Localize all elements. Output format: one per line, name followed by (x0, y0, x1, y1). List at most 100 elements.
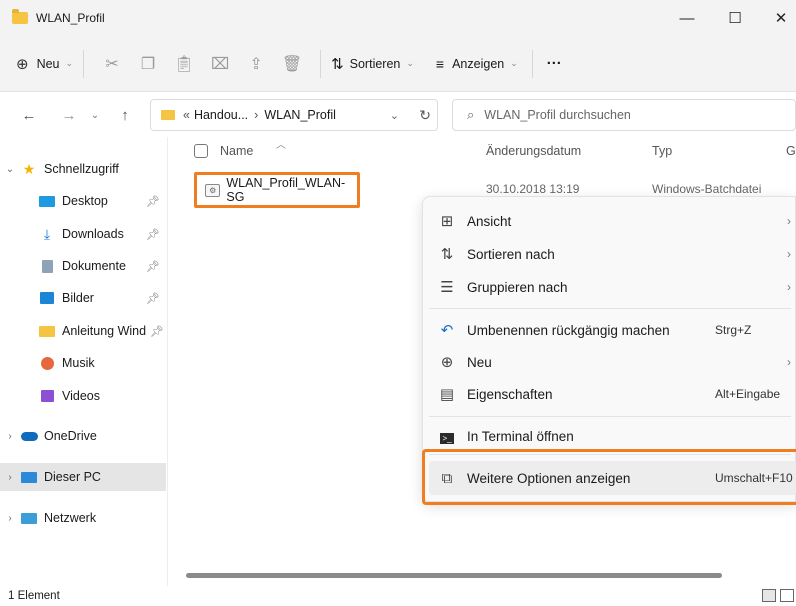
back-arrow-icon[interactable]: ← (16, 107, 42, 124)
shortcut-label: Alt+Eingabe (715, 387, 781, 401)
column-header-size[interactable]: G (786, 144, 796, 158)
sidebar-item-label: Schnellzugriff (44, 162, 119, 176)
file-item[interactable]: ⚙ WLAN_Profil_WLAN-SG (194, 172, 360, 208)
menu-item-properties[interactable]: ▤ Eigenschaften Alt+Eingabe (423, 377, 796, 411)
file-name: WLAN_Profil_WLAN-SG (226, 176, 346, 204)
sort-icon: ⇅ (331, 55, 344, 73)
sidebar-item-label: Netzwerk (44, 511, 97, 525)
cloud-icon (20, 429, 38, 443)
menu-item-label: Ansicht (467, 213, 512, 229)
sidebar-item-label: Downloads (62, 227, 124, 241)
divider (531, 49, 533, 78)
maximize-button[interactable]: ☐ (712, 0, 758, 36)
sidebar-item-network[interactable]: › Netzwerk (0, 504, 166, 532)
close-button[interactable]: ✕ (758, 0, 796, 36)
delete-icon[interactable]: 🗑︎ (274, 54, 310, 74)
item-count: 1 Element (8, 590, 60, 602)
pin-icon[interactable]: 📌︎ (150, 325, 164, 338)
pin-icon[interactable]: 📌︎ (146, 195, 160, 208)
breadcrumb-current[interactable]: WLAN_Profil (264, 108, 336, 122)
sidebar-item-anleitung[interactable]: Anleitung Wind 📌︎ (0, 317, 166, 345)
paste-icon[interactable]: 📋︎ (166, 54, 202, 74)
column-header-name[interactable]: Name (220, 144, 253, 158)
sidebar-item-label: Dokumente (62, 259, 126, 273)
column-header-date[interactable]: Änderungsdatum (486, 144, 581, 158)
recent-chevron-icon[interactable]: ⌄ (82, 110, 108, 121)
document-icon (38, 259, 56, 273)
column-header-type[interactable]: Typ (652, 144, 672, 158)
tiles-view-icon[interactable] (780, 589, 794, 602)
divider (320, 49, 322, 78)
forward-arrow-icon[interactable]: → (56, 107, 82, 124)
menu-item-label: Neu (467, 354, 492, 370)
file-date: 30.10.2018 13:19 (486, 182, 580, 196)
sidebar-item-music[interactable]: Musik (0, 349, 166, 377)
sidebar-item-desktop[interactable]: Desktop 📌︎ (0, 187, 166, 215)
rename-icon[interactable]: ⌧ (202, 54, 238, 74)
share-icon[interactable]: ⇪ (238, 54, 274, 74)
sidebar-item-documents[interactable]: Dokumente 📌︎ (0, 252, 166, 280)
chevron-down-icon[interactable]: ⌄ (0, 164, 20, 175)
sidebar-item-quick-access[interactable]: ⌄ ★ Schnellzugriff (0, 155, 166, 183)
search-box[interactable]: ⌕ WLAN_Profil durchsuchen (452, 99, 796, 131)
menu-item-terminal[interactable]: >_ In Terminal öffnen (423, 419, 796, 453)
menu-item-label: Sortieren nach (467, 246, 555, 262)
navigation-pane: ⌄ ★ Schnellzugriff Desktop 📌︎ ⤓ Download… (0, 137, 168, 587)
horizontal-scrollbar[interactable] (186, 573, 722, 578)
menu-item-label: Umbenennen rückgängig machen (467, 322, 670, 338)
view-lines-icon: ≡ (435, 55, 445, 72)
sidebar-item-pictures[interactable]: Bilder 📌︎ (0, 284, 166, 312)
chevron-right-icon: › (787, 280, 791, 294)
window-title: WLAN_Profil (36, 11, 105, 25)
address-bar[interactable]: « Handou... › WLAN_Profil ⌄ ↻ (150, 99, 438, 131)
search-icon: ⌕ (467, 107, 475, 122)
command-bar: ⊕ Neu ⌄ ✂ ❐ 📋︎ ⌧ ⇪ 🗑︎ ⇅ Sortieren ⌄ ≡ An… (0, 36, 796, 92)
sidebar-item-downloads[interactable]: ⤓ Downloads 📌︎ (0, 220, 166, 248)
pin-icon[interactable]: 📌︎ (146, 228, 160, 241)
chevron-down-icon: ⌄ (65, 58, 74, 68)
menu-item-group-by[interactable]: ☰ Gruppieren nach › (423, 270, 796, 304)
menu-item-view[interactable]: ⊞ Ansicht › (423, 204, 796, 238)
folder-icon (38, 324, 56, 338)
sidebar-item-videos[interactable]: Videos (0, 382, 166, 410)
new-button[interactable]: ⊕ Neu ⌄ (16, 48, 73, 80)
select-all-checkbox[interactable] (194, 144, 208, 158)
sidebar-item-onedrive[interactable]: › OneDrive (0, 422, 166, 450)
more-button[interactable]: ··· (547, 48, 562, 80)
sidebar-item-label: OneDrive (44, 429, 97, 443)
up-arrow-icon[interactable]: ↑ (112, 107, 138, 124)
address-dropdown-icon[interactable]: ⌄ (390, 109, 399, 122)
cut-icon[interactable]: ✂ (94, 54, 130, 74)
details-view-icon[interactable] (762, 589, 776, 602)
title-bar: WLAN_Profil — ☐ ✕ (0, 0, 796, 36)
search-placeholder: WLAN_Profil durchsuchen (484, 108, 631, 122)
menu-item-undo-rename[interactable]: ↶ Umbenennen rückgängig machen Strg+Z (423, 313, 796, 347)
sort-ascending-icon: ︿ (276, 140, 286, 151)
chevron-right-icon[interactable]: › (0, 513, 20, 524)
copy-icon[interactable]: ❐ (130, 54, 166, 74)
view-button[interactable]: ≡ Anzeigen ⌄ (436, 48, 518, 80)
sidebar-item-label: Bilder (62, 291, 94, 305)
sort-button[interactable]: ⇅ Sortieren ⌄ (331, 48, 414, 80)
pin-icon[interactable]: 📌︎ (146, 292, 160, 305)
sort-label: Sortieren (349, 56, 401, 71)
menu-item-sort-by[interactable]: ⇅ Sortieren nach › (423, 237, 796, 271)
folder-icon (12, 9, 28, 24)
sidebar-item-this-pc[interactable]: › Dieser PC (0, 463, 166, 491)
pin-icon[interactable]: 📌︎ (146, 260, 160, 273)
minimize-button[interactable]: — (664, 0, 710, 36)
breadcrumb-parent[interactable]: Handou... (194, 108, 248, 122)
sidebar-item-label: Desktop (62, 194, 108, 208)
chevron-right-icon: › (787, 247, 791, 261)
chevron-down-icon: ⌄ (406, 58, 414, 68)
sort-icon: ⇅ (440, 246, 454, 263)
desktop-icon (38, 194, 56, 208)
menu-item-label: In Terminal öffnen (467, 428, 574, 444)
menu-item-new[interactable]: ⊕ Neu › (423, 345, 796, 379)
pictures-icon (38, 291, 56, 305)
chevron-right-icon[interactable]: › (0, 472, 20, 483)
highlight-frame (422, 449, 796, 505)
refresh-icon[interactable]: ↻ (419, 107, 431, 124)
chevron-right-icon[interactable]: › (0, 431, 20, 442)
music-icon (38, 356, 56, 370)
